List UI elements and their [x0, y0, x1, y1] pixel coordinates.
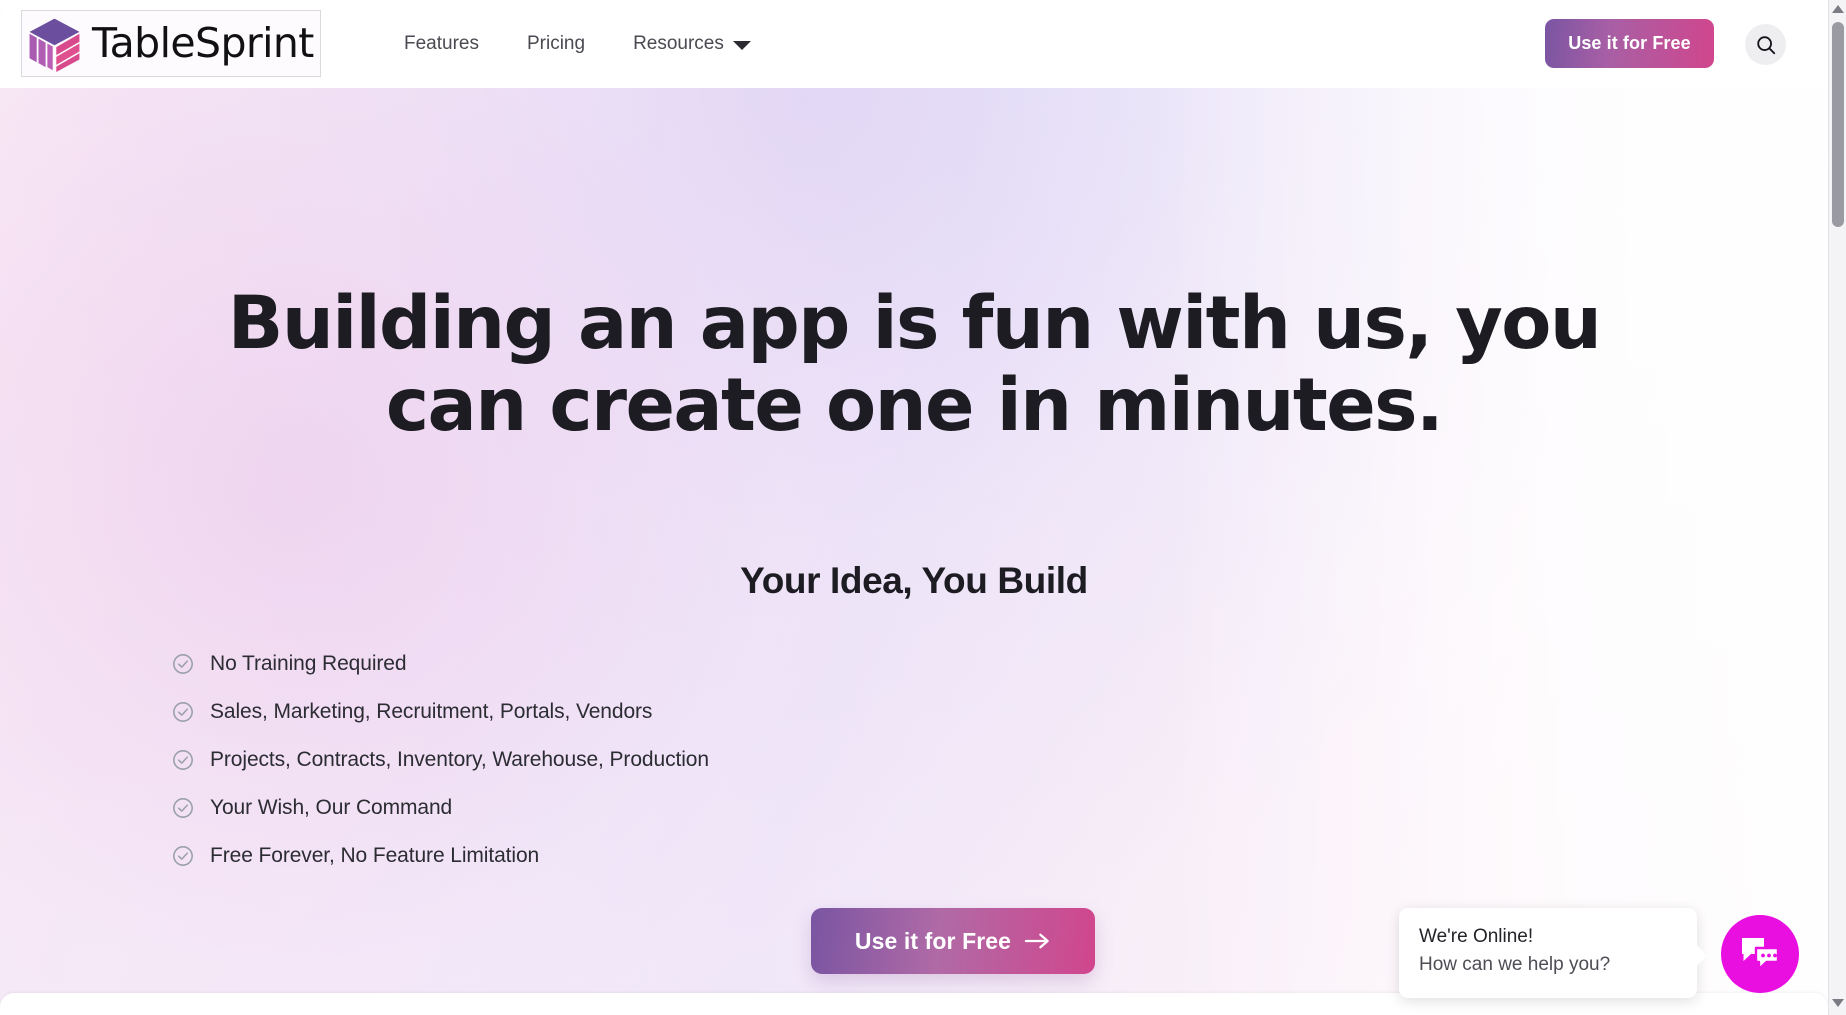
scroll-up-arrow-icon[interactable]: [1832, 5, 1844, 13]
check-circle-icon: [173, 750, 193, 770]
chat-tooltip[interactable]: We're Online! How can we help you?: [1399, 908, 1697, 998]
nav-label: Resources: [633, 33, 724, 54]
chat-launcher-button[interactable]: [1721, 915, 1799, 993]
nav-label: Features: [404, 33, 479, 54]
hero-subheading: Your Idea, You Build: [740, 560, 1088, 601]
search-button[interactable]: [1745, 24, 1786, 65]
cube-logo-icon: [29, 18, 80, 72]
list-item-label: Free Forever, No Feature Limitation: [210, 844, 540, 867]
nav-item-resources[interactable]: Resources: [633, 33, 751, 55]
list-item-label: Sales, Marketing, Recruitment, Portals, …: [210, 700, 653, 723]
search-icon: [1756, 35, 1775, 54]
list-item: Free Forever, No Feature Limitation: [172, 832, 709, 880]
list-item: No Training Required: [172, 640, 709, 688]
site-header: TableSprint Features Pricing Resources U…: [0, 0, 1828, 88]
list-item: Sales, Marketing, Recruitment, Portals, …: [172, 688, 709, 736]
feature-list: No Training Required Sales, Marketing, R…: [172, 640, 709, 880]
hero-cta-label: Use it for Free: [854, 927, 1012, 954]
arrow-right-icon: [1024, 933, 1049, 949]
hero-use-it-for-free-button[interactable]: Use it for Free: [811, 908, 1095, 974]
list-item-label: Your Wish, Our Command: [210, 796, 453, 819]
list-item: Your Wish, Our Command: [172, 784, 709, 832]
nav-item-pricing[interactable]: Pricing: [527, 33, 585, 55]
nav-item-features[interactable]: Features: [404, 33, 479, 55]
page-root: TableSprint Features Pricing Resources U…: [0, 0, 1846, 1015]
page-title: Building an app is fun with us, you can …: [227, 281, 1602, 448]
scrollbar-thumb[interactable]: [1832, 22, 1844, 227]
check-circle-icon: [173, 702, 193, 722]
chevron-down-icon: [732, 41, 751, 50]
logo-text: TableSprint: [92, 19, 314, 67]
scroll-down-arrow-icon[interactable]: [1832, 999, 1844, 1007]
list-item-label: No Training Required: [210, 652, 407, 675]
check-circle-icon: [173, 846, 193, 866]
list-item-label: Projects, Contracts, Inventory, Warehous…: [210, 748, 709, 771]
nav-label: Pricing: [526, 33, 586, 54]
header-use-it-for-free-button[interactable]: Use it for Free: [1545, 19, 1714, 68]
check-circle-icon: [173, 654, 193, 674]
page-scrollbar[interactable]: [1828, 0, 1846, 1015]
logo-link[interactable]: TableSprint: [21, 10, 321, 77]
main-nav: Features Pricing Resources: [404, 0, 751, 88]
chat-bubbles-icon: [1742, 938, 1780, 971]
chat-status-text: We're Online!: [1419, 926, 1534, 947]
check-circle-icon: [173, 798, 193, 818]
chat-prompt-text: How can we help you?: [1419, 953, 1611, 975]
list-item: Projects, Contracts, Inventory, Warehous…: [172, 736, 709, 784]
